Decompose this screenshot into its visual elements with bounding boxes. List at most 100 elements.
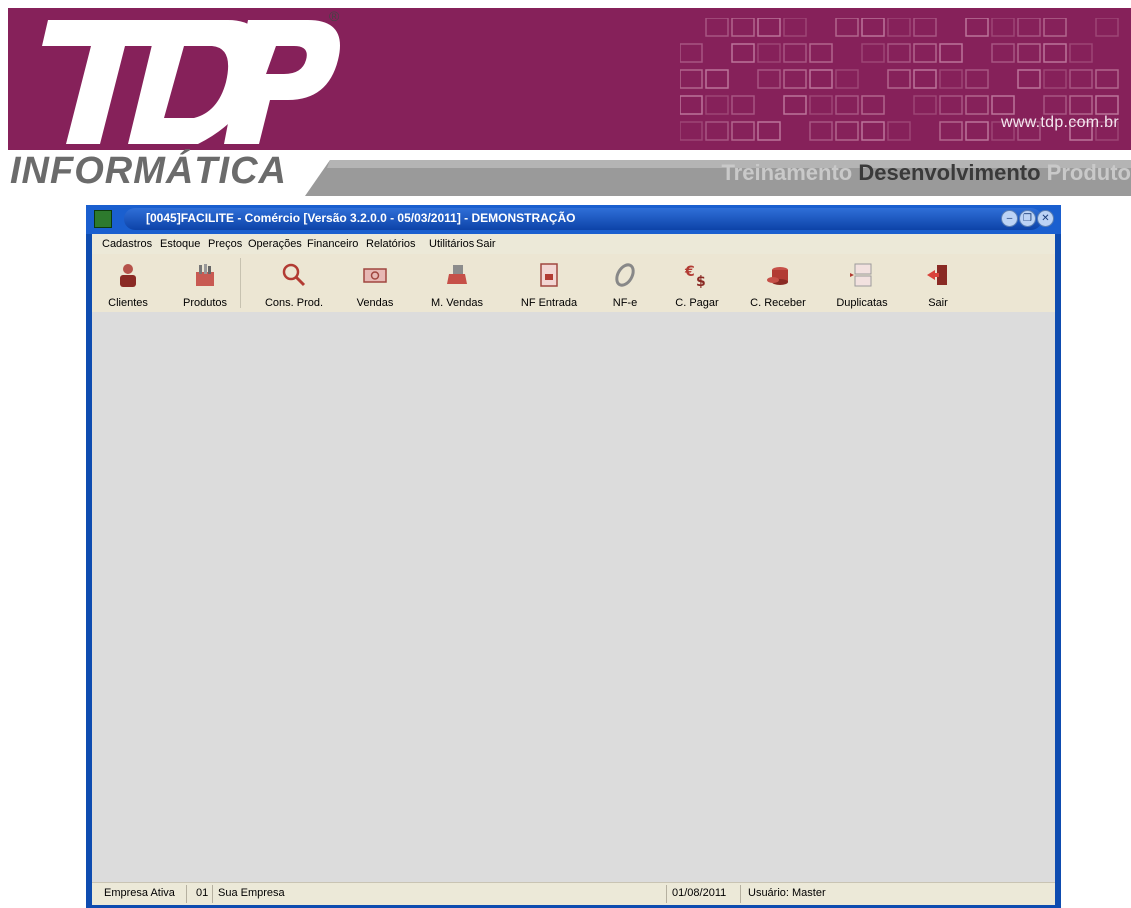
banknote-icon: [363, 268, 387, 283]
svg-text:$: $: [696, 274, 706, 288]
clientes-button[interactable]: Clientes: [98, 254, 158, 312]
toolbar-label: Cons. Prod.: [264, 297, 324, 309]
c-receber-button[interactable]: C. Receber: [744, 254, 812, 312]
status-divider: [186, 885, 187, 903]
informatica-wordmark: INFORMÁTICA: [10, 150, 287, 192]
grid-square: [1017, 18, 1041, 37]
registered-mark: ®: [329, 8, 340, 24]
c-pagar-button[interactable]: € $ C. Pagar: [670, 254, 724, 312]
grid-square: [680, 95, 703, 115]
m-vendas-button[interactable]: M. Vendas: [422, 254, 492, 312]
title-bar[interactable]: [0045]FACILITE - Comércio [Versão 3.2.0.…: [86, 205, 1061, 234]
grid-square: [809, 69, 833, 89]
grid-square: [809, 121, 833, 141]
grid-square: [809, 95, 833, 115]
grid-square: [757, 43, 781, 63]
status-empresa-label: Empresa Ativa: [104, 887, 175, 899]
status-empresa-name: Sua Empresa: [218, 887, 285, 899]
status-divider: [740, 885, 741, 903]
grid-square: [705, 95, 729, 115]
grid-square: [913, 18, 937, 37]
tagline-desenvolvimento: Desenvolvimento: [858, 160, 1041, 185]
grid-square: [835, 121, 859, 141]
grid-square: [731, 18, 755, 37]
menu-bar: Cadastros Estoque Preços Operações Finan…: [92, 234, 1055, 254]
sair-button[interactable]: Sair: [918, 254, 958, 312]
status-divider: [212, 885, 213, 903]
toolbar-label: NF-e: [612, 297, 638, 309]
menu-utilitarios[interactable]: Utilitários: [429, 238, 474, 250]
toolbar-label: C. Pagar: [675, 297, 719, 309]
toolbar-separator: [240, 258, 241, 308]
cons-prod-button[interactable]: Cons. Prod.: [262, 254, 326, 312]
app-grid-icon[interactable]: [94, 210, 112, 228]
grid-square: [783, 69, 807, 89]
tdp-logo: [42, 20, 340, 144]
menu-financeiro[interactable]: Financeiro: [307, 238, 358, 250]
nf-entrada-button[interactable]: NF Entrada: [516, 254, 582, 312]
grid-square: [757, 121, 781, 141]
close-icon[interactable]: ✕: [1037, 210, 1054, 227]
grid-square: [757, 18, 781, 37]
minimize-icon[interactable]: –: [1001, 210, 1018, 227]
status-empresa-code: 01: [196, 887, 209, 899]
grid-square: [939, 43, 963, 63]
grid-square: [680, 69, 703, 89]
grid-square: [939, 69, 963, 89]
toolbar-label: C. Receber: [750, 297, 806, 309]
grid-square: [1069, 69, 1093, 89]
grid-square: [1095, 69, 1119, 89]
nf-e-button[interactable]: NF-e: [602, 254, 648, 312]
toolbar-label: Duplicatas: [836, 297, 888, 309]
window-title: [0045]FACILITE - Comércio [Versão 3.2.0.…: [146, 211, 576, 225]
grid-square: [965, 95, 989, 115]
magnifier-icon: [282, 263, 306, 287]
grid-square: [1095, 95, 1119, 115]
grid-square: [783, 18, 807, 37]
grid-square: [835, 69, 859, 89]
grid-square: [783, 95, 807, 115]
toolbar: Clientes Produtos Cons. Prod. Vendas M. …: [92, 254, 1055, 313]
menu-precos[interactable]: Preços: [208, 238, 242, 250]
status-divider: [666, 885, 667, 903]
grid-square: [680, 43, 703, 63]
menu-estoque[interactable]: Estoque: [160, 238, 200, 250]
produtos-button[interactable]: Produtos: [174, 254, 236, 312]
grid-square: [835, 95, 859, 115]
grid-square: [861, 18, 885, 37]
grid-square: [913, 69, 937, 89]
grid-square: [887, 43, 911, 63]
grid-square: [991, 95, 1015, 115]
menu-sair[interactable]: Sair: [476, 238, 496, 250]
menu-cadastros[interactable]: Cadastros: [102, 238, 152, 250]
grid-square: [705, 69, 729, 89]
toolbar-label: Produtos: [182, 297, 228, 309]
nfe-icon: [615, 263, 635, 287]
grid-square: [939, 121, 963, 141]
grid-square: [861, 121, 885, 141]
toolbar-label: Clientes: [108, 297, 148, 309]
grid-square: [1043, 43, 1067, 63]
grid-square: [913, 95, 937, 115]
grid-square: [705, 18, 729, 37]
grid-square: [705, 121, 729, 141]
grid-square: [731, 121, 755, 141]
grid-square: [991, 43, 1015, 63]
vendas-button[interactable]: Vendas: [348, 254, 402, 312]
menu-operacoes[interactable]: Operações: [248, 238, 302, 250]
svg-text:€: €: [684, 264, 695, 280]
grid-square: [887, 121, 911, 141]
website-url: www.tdp.com.br: [1000, 114, 1119, 131]
grid-square: [965, 121, 989, 141]
grid-square: [913, 43, 937, 63]
tagline-treinamento: Treinamento: [721, 160, 853, 185]
mdi-workspace[interactable]: [92, 312, 1055, 882]
window-controls: – ❐ ✕: [1001, 208, 1057, 230]
brand-banner: www.tdp.com.br ® INFORMÁTICA Treinamento…: [0, 0, 1131, 200]
duplicatas-button[interactable]: Duplicatas: [828, 254, 896, 312]
restore-icon[interactable]: ❐: [1019, 210, 1036, 227]
grid-square: [1069, 95, 1093, 115]
grid-square: [965, 18, 989, 37]
grid-square: [861, 43, 885, 63]
menu-relatorios[interactable]: Relatórios: [366, 238, 416, 250]
